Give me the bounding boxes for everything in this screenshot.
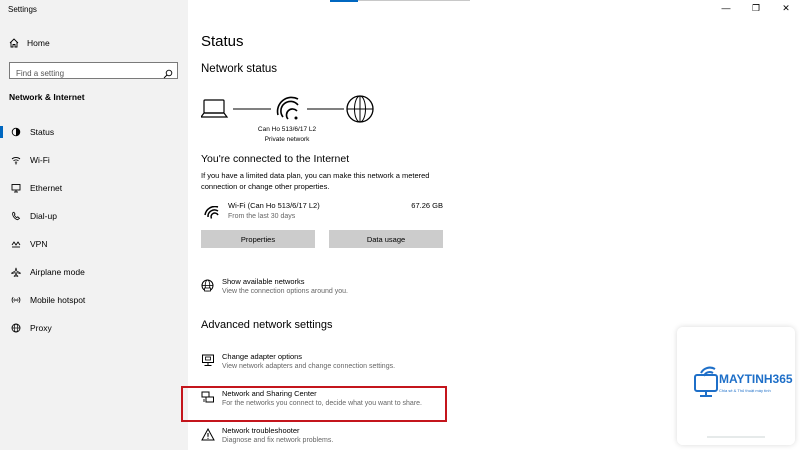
connected-description: If you have a limited data plan, you can… — [201, 171, 430, 191]
section-title: Network & Internet — [9, 92, 85, 102]
connected-heading: You're connected to the Internet — [201, 153, 350, 165]
warning-icon — [201, 427, 215, 446]
wifi-icon — [11, 155, 21, 165]
sidebar-item-airplane[interactable]: Airplane mode — [0, 258, 188, 286]
status-icon — [11, 127, 21, 137]
properties-button[interactable]: Properties — [201, 230, 315, 248]
sidebar-item-hotspot[interactable]: Mobile hotspot — [0, 286, 188, 314]
sidebar-item-label: Wi-Fi — [30, 155, 50, 165]
sidebar-item-ethernet[interactable]: Ethernet — [0, 174, 188, 202]
network-type-label: Private network — [264, 136, 310, 143]
page-title: Status — [201, 33, 244, 50]
globe-network-icon — [201, 279, 214, 297]
dialup-icon — [11, 211, 21, 221]
home-icon — [9, 38, 19, 48]
logo-graphic: MAYTINH365 Chia sẻ & Thủ thuật máy tính — [694, 366, 793, 438]
close-button[interactable]: ✕ — [780, 3, 792, 14]
change-adapter-options-link[interactable]: Change adapter options View network adap… — [201, 352, 501, 376]
globe-icon — [11, 323, 21, 333]
adapter-title: Change adapter options — [222, 352, 303, 361]
network-status-heading: Network status — [201, 63, 278, 75]
search-input[interactable] — [10, 66, 155, 81]
troubleshooter-desc: Diagnose and fix network problems. — [222, 437, 334, 444]
sidebar-item-label: Dial-up — [30, 211, 57, 221]
sidebar-home-label: Home — [27, 38, 50, 48]
sidebar-item-status[interactable]: Status — [0, 118, 188, 146]
highlight-box — [181, 386, 447, 422]
data-usage-value: 67.26 GB — [411, 201, 443, 210]
svg-text:Chia sẻ & Thủ thuật máy tính: Chia sẻ & Thủ thuật máy tính — [719, 388, 771, 393]
show-available-networks-link[interactable]: Show available networks View the connect… — [201, 277, 501, 301]
search-icon[interactable] — [163, 66, 173, 84]
connection-name: Wi-Fi (Can Ho 513/6/17 L2) — [228, 201, 320, 210]
data-usage-button[interactable]: Data usage — [329, 230, 443, 248]
airplane-icon — [11, 267, 21, 277]
title-bar-accent — [330, 0, 358, 2]
sidebar-item-dialup[interactable]: Dial-up — [0, 202, 188, 230]
globe-icon — [346, 95, 374, 123]
network-troubleshooter-link[interactable]: Network troubleshooter Diagnose and fix … — [201, 426, 501, 450]
network-name-label: Can Ho 513/6/17 L2 — [257, 126, 317, 133]
wifi-signal-icon — [204, 205, 220, 225]
sidebar-item-wifi[interactable]: Wi-Fi — [0, 146, 188, 174]
title-bar-divider — [358, 0, 470, 1]
minimize-button[interactable]: — — [720, 3, 732, 14]
sidebar-item-home[interactable]: Home — [9, 36, 50, 50]
window-controls: — ❐ ✕ — [720, 3, 792, 14]
sidebar-item-label: VPN — [30, 239, 48, 249]
wifi-signal-icon — [276, 96, 299, 120]
sidebar-item-label: Ethernet — [30, 183, 63, 193]
show-networks-desc: View the connection options around you. — [222, 288, 348, 295]
show-networks-title: Show available networks — [222, 277, 305, 286]
sidebar-nav: Status Wi-Fi Ethernet Dial-up VPN Airpla… — [0, 118, 188, 342]
app-title: Settings — [8, 5, 37, 14]
sidebar-item-label: Proxy — [30, 323, 52, 333]
advanced-settings-heading: Advanced network settings — [201, 319, 333, 331]
search-box[interactable] — [9, 62, 178, 81]
troubleshooter-title: Network troubleshooter — [222, 426, 300, 435]
connection-period: From the last 30 days — [228, 213, 296, 220]
svg-text:MAYTINH365: MAYTINH365 — [719, 372, 793, 386]
vpn-icon — [11, 239, 21, 249]
connection-usage-row: Wi-Fi (Can Ho 513/6/17 L2) From the last… — [201, 200, 443, 224]
ethernet-icon — [11, 183, 21, 193]
hotspot-icon — [11, 295, 21, 305]
laptop-icon — [201, 99, 229, 118]
sidebar-item-label: Mobile hotspot — [30, 295, 86, 305]
watermark-logo: MAYTINH365 Chia sẻ & Thủ thuật máy tính — [677, 327, 795, 445]
adapter-desc: View network adapters and change connect… — [222, 363, 396, 370]
sidebar-item-label: Airplane mode — [30, 267, 85, 277]
sidebar-item-label: Status — [30, 127, 55, 137]
adapter-icon — [201, 354, 215, 372]
maximize-button[interactable]: ❐ — [750, 3, 762, 14]
sidebar-item-vpn[interactable]: VPN — [0, 230, 188, 258]
sidebar-item-proxy[interactable]: Proxy — [0, 314, 188, 342]
sidebar: Settings Home Network & Internet Status … — [0, 0, 188, 450]
